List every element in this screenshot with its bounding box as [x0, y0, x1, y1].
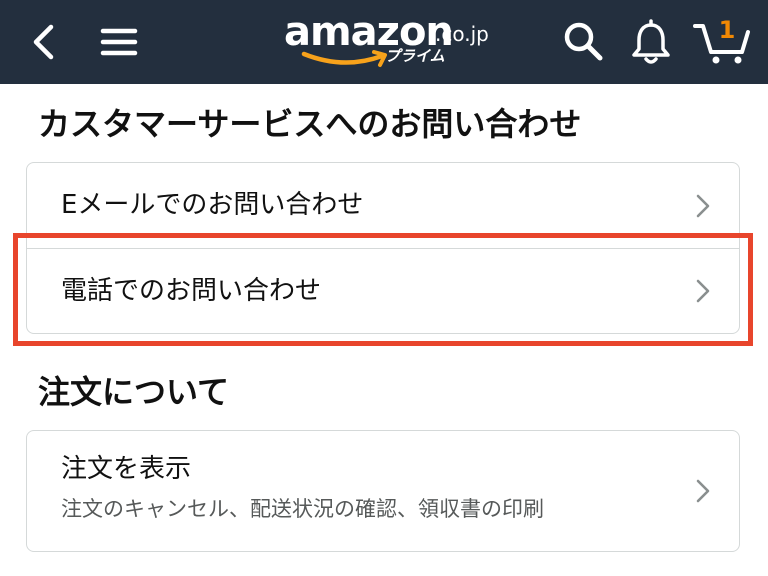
top-nav-bar: amazon .co.jp プライム 1 — [0, 0, 768, 84]
chevron-right-icon — [696, 479, 710, 503]
chevron-right-icon — [696, 194, 710, 218]
bell-icon[interactable] — [628, 18, 674, 66]
orders-card: 注文を表示 注文のキャンセル、配送状況の確認、領収書の印刷 — [26, 430, 740, 552]
view-orders-label: 注文を表示 — [61, 454, 192, 484]
view-orders-item[interactable]: 注文を表示 注文のキャンセル、配送状況の確認、領収書の印刷 — [27, 431, 739, 551]
smile-arrow-icon — [301, 50, 387, 67]
amazon-prime-logo[interactable]: amazon .co.jp プライム — [284, 8, 494, 74]
orders-section-title: 注文について — [38, 373, 230, 411]
view-orders-description: 注文のキャンセル、配送状況の確認、領収書の印刷 — [61, 497, 544, 521]
highlight-box — [13, 233, 753, 346]
email-contact-label: Eメールでのお問い合わせ — [61, 190, 364, 220]
logo-domain: .co.jp — [435, 22, 489, 46]
cart-count-badge: 1 — [718, 16, 736, 44]
logo-prime-label: プライム — [385, 47, 445, 65]
search-icon[interactable] — [560, 18, 606, 64]
contact-section-title: カスタマーサービスへのお問い合わせ — [38, 105, 582, 143]
hamburger-menu-icon[interactable] — [98, 22, 140, 62]
back-arrow-icon[interactable] — [24, 20, 64, 64]
